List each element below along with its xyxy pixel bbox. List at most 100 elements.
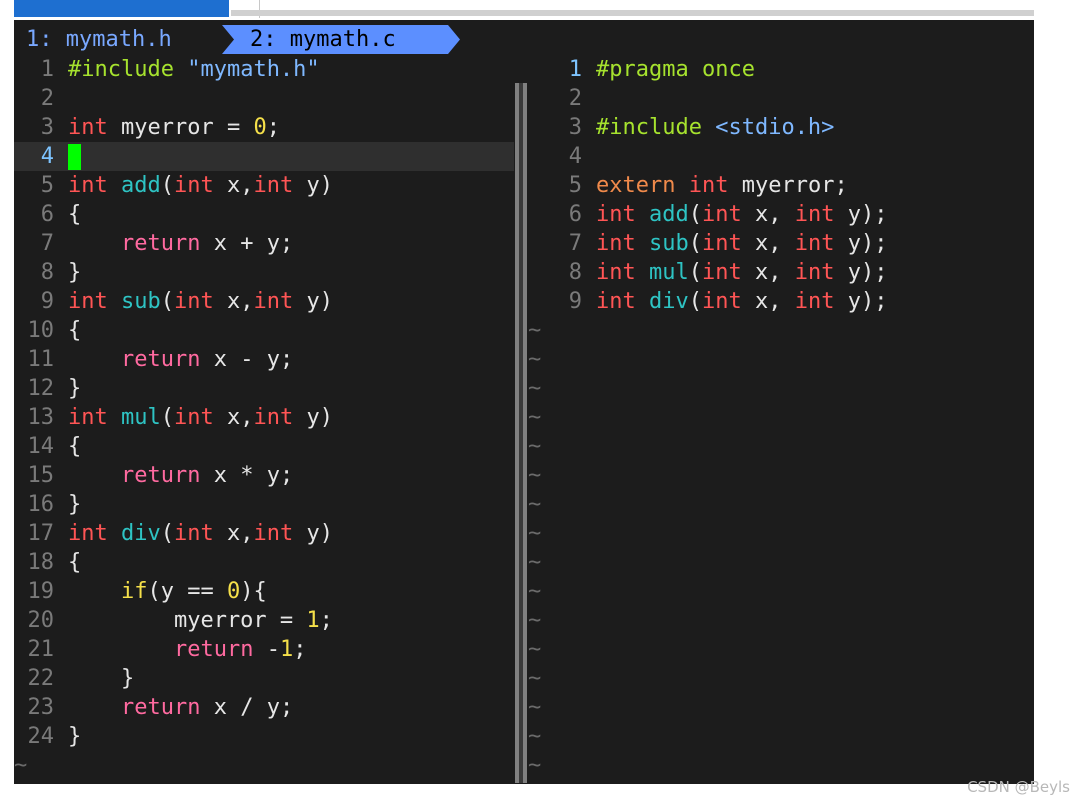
- code-text: return x + y;: [68, 229, 293, 258]
- code-token: y): [293, 289, 333, 314]
- code-token: y);: [834, 231, 888, 256]
- line-number: 23: [27, 695, 55, 720]
- code-token: int: [702, 260, 742, 285]
- code-token: }: [68, 724, 82, 749]
- code-token: x,: [741, 260, 795, 285]
- code-token: -: [253, 637, 280, 662]
- code-line[interactable]: 4: [526, 142, 1034, 171]
- code-token: 0: [253, 115, 267, 140]
- line-number: 5: [40, 173, 54, 198]
- code-line[interactable]: 2: [14, 84, 514, 113]
- code-line[interactable]: 8 int mul(int x, int y);: [526, 258, 1034, 287]
- empty-line-marker: ~: [528, 608, 542, 633]
- code-token: #pragma once: [596, 57, 755, 82]
- code-token: sub: [649, 231, 689, 256]
- code-line[interactable]: 21 return -1;: [14, 635, 514, 664]
- code-text: {: [68, 316, 81, 345]
- code-text: }: [68, 374, 81, 403]
- code-token: int: [174, 521, 214, 546]
- code-line[interactable]: 7 return x + y;: [14, 229, 514, 258]
- code-line[interactable]: 8}: [14, 258, 514, 287]
- code-line[interactable]: 17 int div(int x,int y): [14, 519, 514, 548]
- code-line[interactable]: 6{: [14, 200, 514, 229]
- tab-mymath-c[interactable]: 2: mymath.c: [222, 25, 460, 54]
- code-line[interactable]: 22 }: [14, 664, 514, 693]
- line-number: 11: [27, 347, 55, 372]
- code-line[interactable]: 12}: [14, 374, 514, 403]
- code-token: y);: [834, 202, 888, 227]
- host-window-active-tab[interactable]: [14, 0, 229, 17]
- code-token: div: [121, 521, 161, 546]
- line-number: 2: [40, 86, 54, 111]
- code-line[interactable]: 5 extern int myerror;: [526, 171, 1034, 200]
- editor-pane-right[interactable]: 1 #pragma once 2 3 #include <stdio.h> 4 5 exter…: [526, 55, 1034, 316]
- code-token: (: [688, 202, 702, 227]
- code-line[interactable]: 10 {: [14, 316, 514, 345]
- code-line[interactable]: 18 {: [14, 548, 514, 577]
- code-token: (: [688, 231, 702, 256]
- code-token: 1: [306, 608, 320, 633]
- code-token: if: [120, 579, 148, 604]
- code-line[interactable]: 9 int div(int x, int y);: [526, 287, 1034, 316]
- line-number: 1: [568, 57, 582, 82]
- code-line[interactable]: 13 int mul(int x,int y): [14, 403, 514, 432]
- code-line[interactable]: 23 return x / y;: [14, 693, 514, 722]
- code-line[interactable]: 5 int add(int x,int y): [14, 171, 514, 200]
- code-line[interactable]: 3 #include <stdio.h>: [526, 113, 1034, 142]
- code-token: {: [68, 318, 82, 343]
- code-text: int add(int x, int y);: [596, 200, 887, 229]
- code-line[interactable]: 2: [526, 84, 1034, 113]
- line-number: 7: [568, 231, 582, 256]
- code-line[interactable]: 20 myerror = 1;: [14, 606, 514, 635]
- line-number: 7: [40, 231, 54, 256]
- code-token: ;: [266, 115, 280, 140]
- empty-line-marker: ~: [528, 318, 542, 343]
- line-number: 13: [27, 405, 55, 430]
- code-token: {: [68, 550, 82, 575]
- line-number: 10: [27, 318, 55, 343]
- code-line[interactable]: 7 int sub(int x, int y);: [526, 229, 1034, 258]
- line-number: 8: [568, 260, 582, 285]
- code-text: if(y == 0){: [68, 577, 267, 606]
- code-line[interactable]: 24}: [14, 722, 514, 751]
- empty-line-marker: ~: [528, 347, 542, 372]
- code-line[interactable]: 19 if(y == 0){: [14, 577, 514, 606]
- tab-mymath-h[interactable]: 1: mymath.h: [14, 25, 234, 54]
- editor-pane-left[interactable]: 1 #include "mymath.h" 2 3 int myerror = 0; 4 5…: [14, 55, 514, 751]
- code-line[interactable]: 6 int add(int x, int y);: [526, 200, 1034, 229]
- code-line[interactable]: 9 int sub(int x,int y): [14, 287, 514, 316]
- code-token: y): [293, 405, 333, 430]
- code-line[interactable]: 14 {: [14, 432, 514, 461]
- code-line[interactable]: 15 return x * y;: [14, 461, 514, 490]
- line-number: 3: [568, 115, 582, 140]
- code-line[interactable]: 4: [14, 142, 514, 171]
- code-token: }: [68, 492, 82, 517]
- code-line[interactable]: 1 #pragma once: [526, 55, 1034, 84]
- code-token: x + y;: [200, 231, 294, 256]
- empty-line-marker: ~: [528, 637, 542, 662]
- code-line[interactable]: 11 return x - y;: [14, 345, 514, 374]
- code-token: return: [173, 637, 254, 662]
- vim-terminal[interactable]: 1: mymath.h 2: mymath.c 1 #include "mymat…: [14, 20, 1034, 784]
- code-line[interactable]: 1 #include "mymath.h": [14, 55, 514, 84]
- code-token: myerror;: [728, 173, 848, 198]
- code-text: }: [68, 490, 81, 519]
- code-line[interactable]: 16}: [14, 490, 514, 519]
- code-token: x,: [213, 289, 254, 314]
- code-token: 0: [226, 579, 241, 604]
- line-number: 9: [568, 289, 582, 314]
- line-number: 12: [27, 376, 55, 401]
- code-text: [68, 142, 81, 171]
- code-line[interactable]: 3 int myerror = 0;: [14, 113, 514, 142]
- code-token: int: [253, 173, 294, 198]
- code-text: #include <stdio.h>: [596, 113, 834, 142]
- vim-tabline: 1: mymath.h 2: mymath.c: [14, 25, 1034, 54]
- code-token: div: [649, 289, 689, 314]
- code-token: {: [68, 434, 82, 459]
- empty-line-marker: ~: [528, 492, 542, 517]
- code-token: int: [68, 289, 108, 314]
